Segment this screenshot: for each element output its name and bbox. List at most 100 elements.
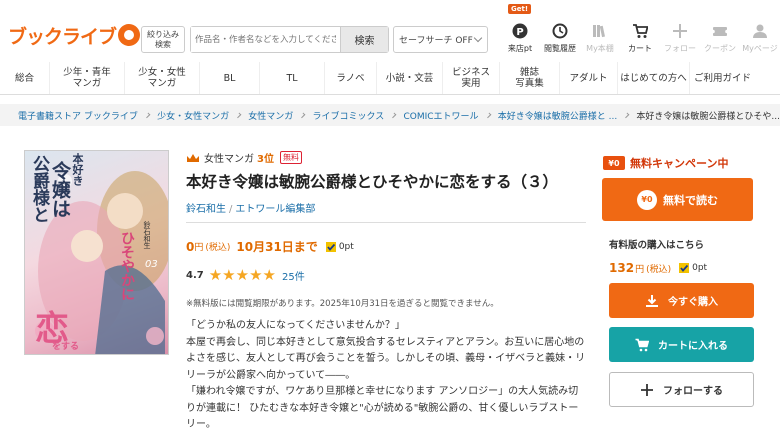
header-icon-label: 来店pt — [507, 44, 533, 53]
user-icon — [753, 24, 767, 38]
star-icon: ★ — [249, 266, 263, 284]
nav-item-tl[interactable]: TL — [260, 62, 325, 94]
header-icon-menu: Get! P 来店pt 閲覧履歴 My本棚 カート フォロー クーポン Myペー… — [500, 4, 780, 58]
author-separator: / — [229, 204, 233, 215]
buy-now-button[interactable]: 今すぐ購入 — [609, 283, 754, 318]
ranking-genre[interactable]: 女性マンガ — [204, 150, 254, 165]
author-line: 鈴石和生 / エトワール編集部 — [186, 200, 315, 215]
description-paragraph: 「嫌われ令嬢ですが、ワケあり旦那様と幸せになります アンソロジー」の大人気読み切… — [186, 386, 579, 430]
nav-item-bl[interactable]: BL — [200, 62, 260, 94]
breadcrumb: 電子書籍ストア ブックライブ 少女・女性マンガ 女性マンガ ライブコミックス C… — [0, 104, 780, 126]
ranking-row: 女性マンガ 3位 無料 — [186, 150, 302, 165]
price-row: 0 円 (税込) 10月31日まで 0pt — [186, 238, 354, 255]
price-until: 10月31日まで — [236, 240, 318, 254]
category-nav: 総合 少年・青年 マンガ 少女・女性 マンガ BL TL ラノベ 小説・文芸 ビ… — [0, 62, 780, 95]
publisher-link[interactable]: エトワール編集部 — [235, 204, 315, 215]
header-coupon-link[interactable]: クーポン — [700, 4, 740, 58]
nav-item-adult[interactable]: アダルト — [560, 62, 618, 94]
nav-item-business[interactable]: ビジネス 実用 — [443, 62, 500, 94]
rating-value: 4.7 — [186, 270, 204, 281]
nav-item-magazine[interactable]: 雑誌 写真集 — [500, 62, 560, 94]
header-point-link[interactable]: Get! P 来店pt — [500, 4, 540, 58]
header-icon-label: Myページ — [742, 44, 778, 53]
header-icon-label: クーポン — [704, 44, 736, 53]
cover-volume: 03 — [145, 259, 158, 270]
filter-search-button[interactable]: 絞り込み 検索 — [141, 26, 185, 53]
nav-item-general[interactable]: 総合 — [0, 62, 50, 94]
nav-item-shojo[interactable]: 少女・女性 マンガ — [125, 62, 200, 94]
book-cover[interactable]: 本好き 令嬢は 公爵様と 恋 ひそやかに 鈴石和生 03 をする — [24, 150, 169, 355]
price-value: 0 — [186, 239, 195, 254]
cover-sub: をする — [52, 342, 80, 352]
header-mypage-link[interactable]: Myページ — [740, 4, 780, 58]
free-badge: 無料 — [279, 151, 302, 164]
header-history-link[interactable]: 閲覧履歴 — [540, 4, 580, 58]
paid-price-unit: 円 — [635, 264, 645, 275]
cover-vertical-text: ひそやかに — [119, 231, 135, 301]
search-input[interactable] — [191, 27, 340, 52]
breadcrumb-item[interactable]: ライブコミックス — [313, 109, 385, 122]
campaign-text: 無料キャンペーン中 — [630, 157, 729, 170]
point-icon: P — [512, 23, 528, 39]
price-points: 0pt — [338, 241, 354, 252]
add-to-cart-button[interactable]: カートに入れる — [609, 327, 754, 362]
nav-item-shonen[interactable]: 少年・青年 マンガ — [50, 62, 125, 94]
breadcrumb-item[interactable]: 少女・女性マンガ — [157, 109, 229, 122]
breadcrumb-separator-icon — [485, 112, 492, 118]
description-paragraph: 本屋で再会し、同じ本好きとして意気投合するセレスティアとアラン。お互いに居心地の… — [186, 336, 586, 381]
svg-text:P: P — [516, 27, 523, 38]
star-icon: ★ — [262, 266, 276, 284]
read-free-label: 無料で読む — [663, 193, 718, 207]
breadcrumb-current: 本好き令嬢は敏腕公爵様とひそや... — [636, 111, 780, 122]
paid-price-value: 132 — [609, 261, 635, 275]
header-icon-label: フォロー — [664, 44, 696, 53]
header-bookshelf-link[interactable]: My本棚 — [580, 4, 620, 58]
header-icon-label: 閲覧履歴 — [544, 44, 576, 53]
star-icon: ★ — [235, 266, 250, 284]
breadcrumb-separator-icon — [235, 112, 242, 118]
star-icon: ★ — [222, 266, 236, 284]
read-free-button[interactable]: ¥0 無料で読む — [602, 178, 753, 221]
breadcrumb-item[interactable]: COMICエトワール — [403, 109, 478, 122]
history-icon — [552, 23, 568, 39]
breadcrumb-item[interactable]: 女性マンガ — [248, 109, 293, 122]
bookshelf-icon — [593, 25, 605, 38]
breadcrumb-item[interactable]: 電子書籍ストア ブックライブ — [18, 109, 138, 122]
site-header: ブックライブ 絞り込み 検索 検索 セーフサーチ OFF Get! P 来店pt… — [0, 0, 780, 62]
author-link[interactable]: 鈴石和生 — [186, 204, 226, 215]
breadcrumb-separator-icon — [390, 112, 397, 118]
paid-points: 0pt — [692, 263, 708, 273]
header-follow-link[interactable]: フォロー — [660, 4, 700, 58]
follow-button[interactable]: フォローする — [609, 372, 754, 407]
header-cart-link[interactable]: カート — [620, 4, 660, 58]
logo-text: ブックライブ — [8, 25, 117, 48]
cart-icon — [635, 338, 649, 351]
search-button[interactable]: 検索 — [340, 27, 388, 52]
nav-item-guide[interactable]: ご利用ガイド — [690, 62, 750, 94]
nav-item-beginners[interactable]: はじめての方へ — [618, 62, 690, 94]
nav-item-light-novel[interactable]: ラノベ — [325, 62, 377, 94]
description-paragraph: 「どうか私の友人になってくださいませんか？」 — [186, 320, 405, 331]
nav-item-novel[interactable]: 小説・文芸 — [377, 62, 443, 94]
plus-icon — [641, 383, 653, 396]
header-icon-label: カート — [628, 44, 652, 53]
site-logo[interactable]: ブックライブ — [8, 22, 141, 48]
cover-title-3: 公爵様と — [29, 155, 49, 223]
campaign-badge: ¥0 — [603, 156, 625, 170]
review-count-link[interactable]: 25件 — [282, 268, 305, 283]
breadcrumb-item[interactable]: 本好き令嬢は敏腕公爵様と ... — [498, 109, 617, 122]
free-period-note: ※無料版には閲覧期限があります。2025年10月31日を過ぎると閲覧できません。 — [186, 299, 499, 309]
paid-price-row: 132 円 (税込) 0pt — [609, 261, 707, 275]
buy-now-label: 今すぐ購入 — [668, 297, 718, 308]
breadcrumb-separator-icon — [623, 112, 630, 118]
ranking-position: 3位 — [257, 154, 274, 165]
breadcrumb-separator-icon — [300, 112, 306, 118]
price-tax: (税込) — [205, 243, 231, 253]
safe-search-select[interactable]: セーフサーチ OFF — [393, 26, 488, 53]
safe-search-label: セーフサーチ OFF — [399, 36, 473, 46]
add-to-cart-label: カートに入れる — [658, 341, 728, 352]
breadcrumb-separator-icon — [144, 112, 151, 118]
chevron-down-icon — [473, 33, 483, 43]
logo-mark-icon — [118, 24, 141, 46]
paid-heading: 有料版の購入はこちら — [609, 240, 705, 251]
